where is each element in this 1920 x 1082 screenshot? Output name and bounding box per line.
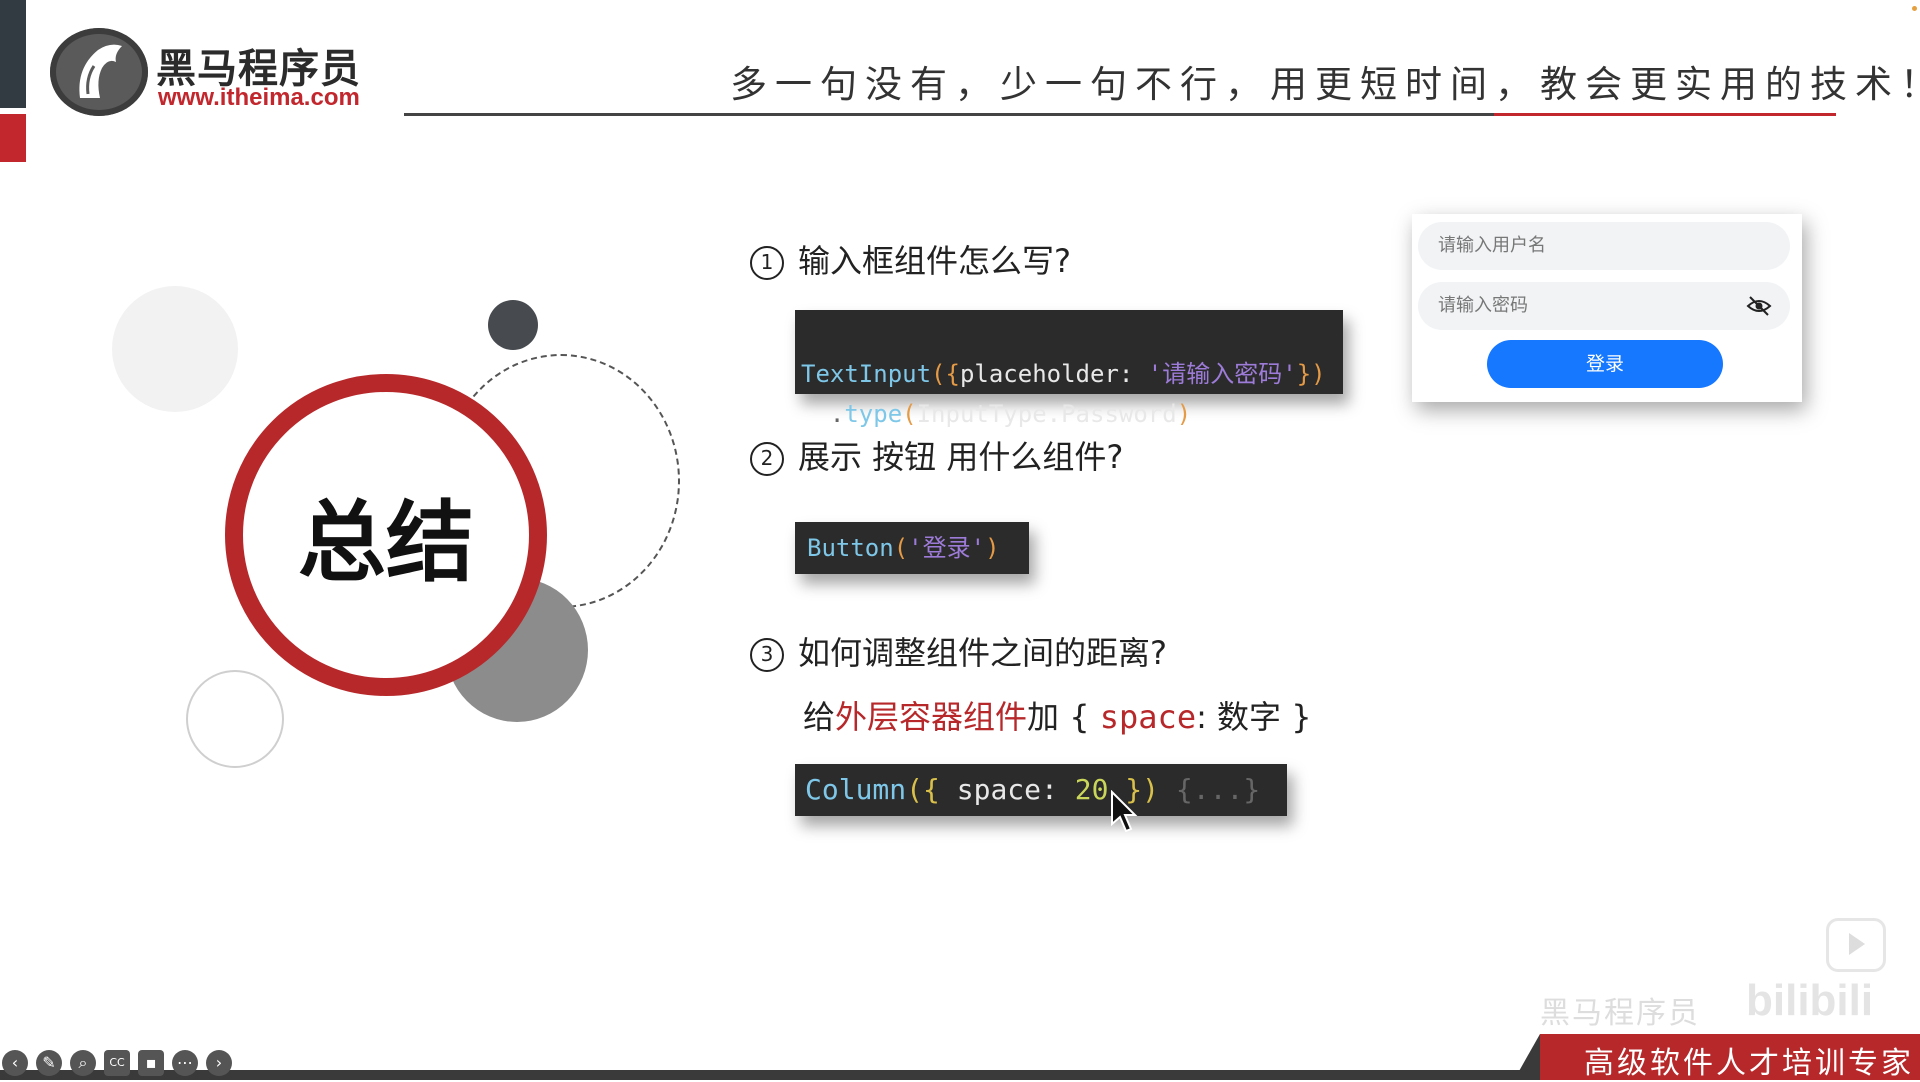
question-3: 3 如何调整组件之间的距离? [750,628,1167,674]
search-icon[interactable]: ⌕ [70,1050,96,1076]
header-divider-accent [1494,113,1836,116]
summary-circle: 总结 [225,374,547,696]
camera-icon[interactable]: ▪ [138,1050,164,1076]
slogan: 多一句没有，少一句不行，用更短时间，教会更实用的技术！ [730,63,1920,106]
decor-circle-dark [488,300,538,350]
answer-3: 给外层容器组件加 { space: 数字 } [803,698,1312,736]
eye-hidden-icon[interactable] [1746,294,1772,318]
password-placeholder: 请输入密码 [1438,295,1528,316]
question-2: 2 展示 按钮 用什么组件? [750,432,1123,478]
question-text: 如何调整组件之间的距离? [798,634,1167,672]
question-number: 1 [750,246,784,280]
decor-circle-outline [186,670,284,768]
logo-horse-icon [50,28,148,116]
password-field[interactable]: 请输入密码 [1418,282,1790,330]
watermark-text: 黑马程序员 [1540,996,1700,1031]
presentation-toolbar: ‹ ✎ ⌕ CC ▪ ⋯ › [2,1050,232,1078]
pen-icon[interactable]: ✎ [36,1050,62,1076]
logo-url: www.itheima.com [158,84,360,111]
bilibili-watermark: bilibili [1746,976,1874,1025]
question-number: 3 [750,638,784,672]
play-icon[interactable] [1826,918,1886,972]
question-text: 展示 按钮 用什么组件? [798,438,1124,476]
more-icon[interactable]: ⋯ [172,1050,198,1076]
code-block-textinput: TextInput({placeholder: '请输入密码'}) .type(… [795,310,1343,428]
left-edge-bar [0,0,26,108]
tagline-corner [1514,1034,1540,1080]
left-edge-accent [0,114,26,162]
back-icon[interactable]: ‹ [2,1050,28,1076]
cc-icon[interactable]: CC [104,1050,130,1076]
question-text: 输入框组件怎么写? [798,242,1071,280]
code-block-button: Button('登录') [795,522,1029,574]
tagline: 高级软件人才培训专家 [1584,1046,1914,1081]
question-1: 1 输入框组件怎么写? [750,236,1071,282]
login-button[interactable]: 登录 [1487,340,1723,388]
summary-title: 总结 [297,490,474,594]
decor-circle-light [112,286,238,412]
status-dot [1912,6,1917,11]
username-field[interactable]: 请输入用户名 [1418,222,1790,270]
question-number: 2 [750,442,784,476]
login-preview: 请输入用户名 请输入密码 登录 [1412,214,1802,402]
mouse-cursor-icon [1111,790,1138,833]
code-block-column: Column({ space: 20 }) {...} [795,764,1287,816]
forward-icon[interactable]: › [206,1050,232,1076]
